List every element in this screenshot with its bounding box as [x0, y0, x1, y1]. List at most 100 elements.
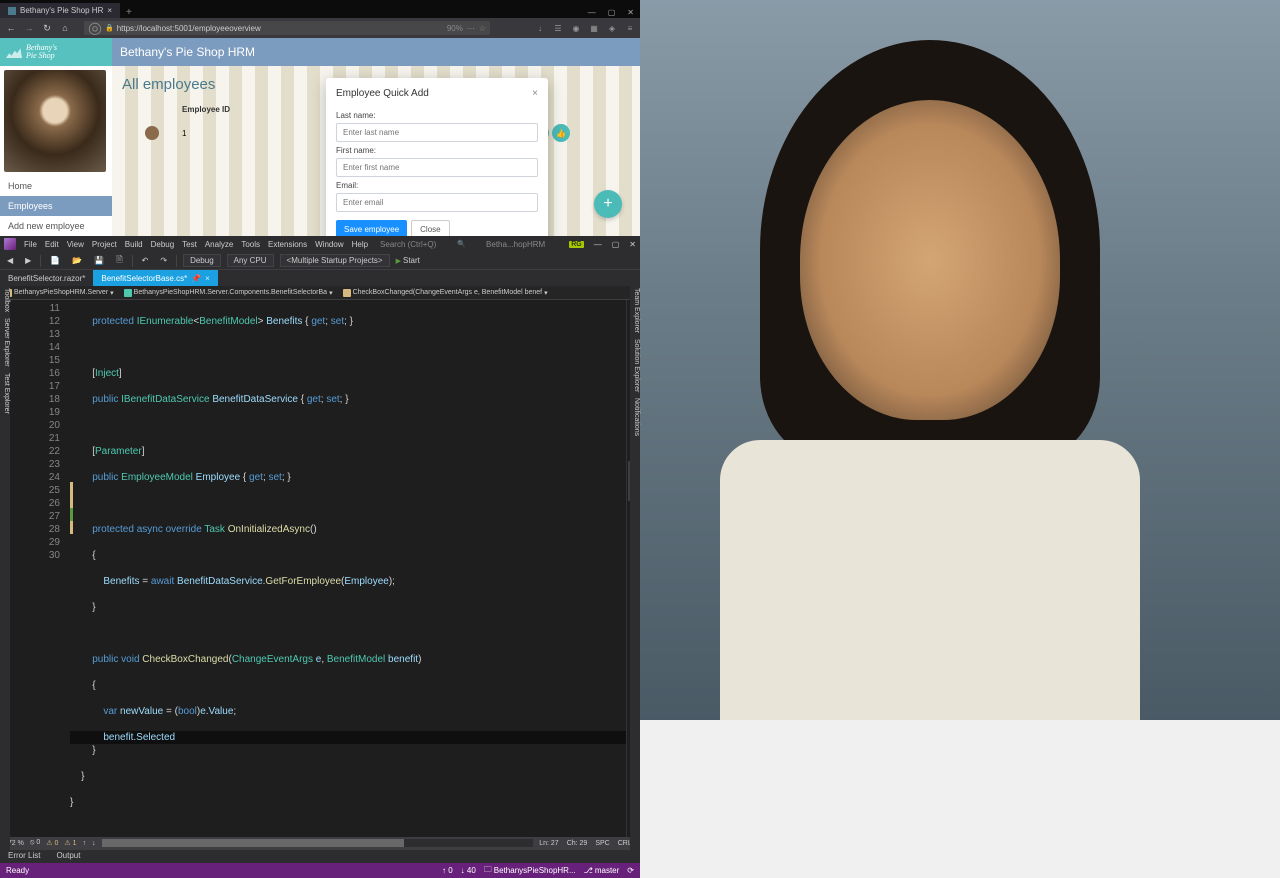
nav-member[interactable]: CheckBoxChanged(ChangeEventArgs e, Benef…: [343, 289, 548, 297]
downloads-icon[interactable]: ↓: [534, 24, 546, 33]
tool-team-explorer[interactable]: Team Explorer: [630, 288, 640, 333]
vs-nav-dropdowns: BethanysPieShopHRM.Server▾ BethanysPieSh…: [0, 286, 640, 300]
tab-error-list[interactable]: Error List: [0, 850, 48, 863]
minimize-icon[interactable]: —: [588, 8, 596, 17]
menu-analyze[interactable]: Analyze: [205, 240, 233, 249]
vs-close-icon[interactable]: ✕: [629, 240, 636, 249]
new-file-icon[interactable]: 📄: [47, 255, 63, 266]
pin-icon[interactable]: 📌: [191, 274, 201, 283]
url-bar[interactable]: ◎ 🔒 https://localhost:5001/employeeoverv…: [84, 21, 490, 35]
vs-search[interactable]: Search (Ctrl+Q): [380, 240, 470, 249]
undo-icon[interactable]: ↶: [139, 255, 152, 266]
account-icon[interactable]: ◉: [570, 24, 582, 33]
modal-title: Employee Quick Add: [336, 88, 429, 99]
doctab-cs[interactable]: BenefitSelectorBase.cs* 📌 ×: [93, 270, 217, 286]
menu-project[interactable]: Project: [92, 240, 117, 249]
modal-close-icon[interactable]: ×: [532, 88, 538, 99]
tab-close-icon[interactable]: ×: [107, 6, 112, 15]
browser-tab[interactable]: Bethany's Pie Shop HR ×: [0, 3, 120, 18]
reader-icon[interactable]: ⋯: [467, 24, 475, 33]
email-input[interactable]: [336, 193, 538, 212]
sidebar-item-home[interactable]: Home: [0, 176, 112, 196]
sidebar-item-employees[interactable]: Employees: [0, 196, 112, 216]
ext2-icon[interactable]: ◈: [606, 24, 618, 33]
status-pull[interactable]: ↓ 40: [461, 866, 476, 875]
zoom-level: 90%: [447, 24, 463, 33]
tool-solution-explorer[interactable]: Solution Explorer: [630, 339, 640, 392]
browser-window: Bethany's Pie Shop HR × + — ▢ ✕ ← → ↻ ⌂ …: [0, 0, 640, 236]
lastname-input[interactable]: [336, 123, 538, 142]
menu-window[interactable]: Window: [315, 240, 343, 249]
nav-project[interactable]: BethanysPieShopHRM.Server▾: [4, 289, 114, 297]
library-icon[interactable]: ☰: [552, 24, 564, 33]
menu-tools[interactable]: Tools: [241, 240, 260, 249]
menu-debug[interactable]: Debug: [151, 240, 175, 249]
forward-icon[interactable]: →: [22, 21, 36, 35]
tool-server-explorer[interactable]: Server Explorer: [0, 318, 10, 367]
startup-dropdown[interactable]: <Multiple Startup Projects>: [280, 254, 390, 267]
redo-icon[interactable]: ↷: [157, 255, 170, 266]
vs-maximize-icon[interactable]: ▢: [612, 240, 620, 249]
employee-id: 1: [182, 129, 272, 138]
open-icon[interactable]: 📂: [69, 255, 85, 266]
doctab-razor[interactable]: BenefitSelector.razor*: [0, 270, 93, 286]
menu-view[interactable]: View: [67, 240, 84, 249]
vs-statusbar: Ready ↑ 0 ↓ 40 🗀 BethanysPieShopHR... ⎇ …: [0, 863, 640, 878]
save-employee-button[interactable]: Save employee: [336, 220, 407, 236]
start-button[interactable]: Start: [396, 256, 420, 265]
menu-icon[interactable]: ≡: [624, 24, 636, 33]
tab-output[interactable]: Output: [48, 850, 88, 863]
status-branch[interactable]: ⎇ master: [584, 866, 620, 875]
app-header-title: Bethany's Pie Shop HRM: [112, 38, 640, 66]
menu-build[interactable]: Build: [125, 240, 143, 249]
nav-namespace[interactable]: BethanysPieShopHRM.Server.Components.Ben…: [124, 289, 333, 297]
visual-studio-window: File Edit View Project Build Debug Test …: [0, 236, 640, 878]
sidebar-item-add[interactable]: Add new employee: [0, 216, 112, 236]
like-button[interactable]: 👍: [552, 124, 570, 142]
config-dropdown[interactable]: Debug: [183, 254, 221, 267]
nav-up-icon[interactable]: ↑: [83, 840, 87, 847]
char-indicator: Ch: 29: [567, 840, 588, 847]
code-editor[interactable]: 1112131415161718192021222324252627282930…: [0, 300, 640, 837]
status-push[interactable]: ↑ 0: [442, 866, 453, 875]
vs-left-toolstrip: Toolbox Server Explorer Test Explorer: [0, 284, 10, 850]
line-indicator: Ln: 27: [539, 840, 558, 847]
firstname-input[interactable]: [336, 158, 538, 177]
tab-title: Bethany's Pie Shop HR: [20, 6, 103, 15]
status-sync-icon[interactable]: ⟳: [627, 866, 634, 875]
rg-badge: RG: [569, 241, 584, 248]
add-employee-fab[interactable]: +: [594, 190, 622, 218]
platform-dropdown[interactable]: Any CPU: [227, 254, 274, 267]
home-icon[interactable]: ⌂: [58, 21, 72, 35]
no-issues-icon[interactable]: ⦸ 0: [30, 839, 40, 847]
brand-logo-icon: [6, 46, 22, 58]
menu-help[interactable]: Help: [352, 240, 368, 249]
status-repo[interactable]: 🗀 BethanysPieShopHR...: [484, 864, 576, 878]
new-tab-button[interactable]: +: [120, 7, 138, 18]
ext-icon[interactable]: ▦: [588, 24, 600, 33]
h-scrollbar[interactable]: [102, 839, 534, 847]
nav-down-icon[interactable]: ↓: [92, 840, 96, 847]
back-icon[interactable]: ←: [4, 21, 18, 35]
nav-back-icon[interactable]: ◀: [4, 255, 16, 266]
reload-icon[interactable]: ↻: [40, 21, 54, 35]
menu-test[interactable]: Test: [182, 240, 197, 249]
menu-file[interactable]: File: [24, 240, 37, 249]
tool-notifications[interactable]: Notifications: [630, 398, 640, 436]
save-icon[interactable]: 💾: [91, 255, 107, 266]
save-all-icon[interactable]: 🗎: [113, 253, 125, 269]
vs-right-toolstrip: Team Explorer Solution Explorer Notifica…: [630, 284, 640, 850]
menu-extensions[interactable]: Extensions: [268, 240, 307, 249]
maximize-icon[interactable]: ▢: [608, 8, 616, 17]
bookmark-icon[interactable]: ☆: [479, 24, 486, 33]
close-icon[interactable]: ✕: [627, 8, 634, 17]
doctab-close-icon[interactable]: ×: [205, 274, 210, 283]
tool-toolbox[interactable]: Toolbox: [0, 288, 10, 312]
menu-edit[interactable]: Edit: [45, 240, 59, 249]
close-button[interactable]: Close: [411, 220, 449, 236]
employee-avatar: [145, 126, 159, 140]
tool-test-explorer[interactable]: Test Explorer: [0, 373, 10, 414]
nav-fwd-icon[interactable]: ▶: [22, 255, 34, 266]
lastname-label: Last name:: [336, 111, 538, 120]
vs-minimize-icon[interactable]: —: [594, 240, 602, 249]
